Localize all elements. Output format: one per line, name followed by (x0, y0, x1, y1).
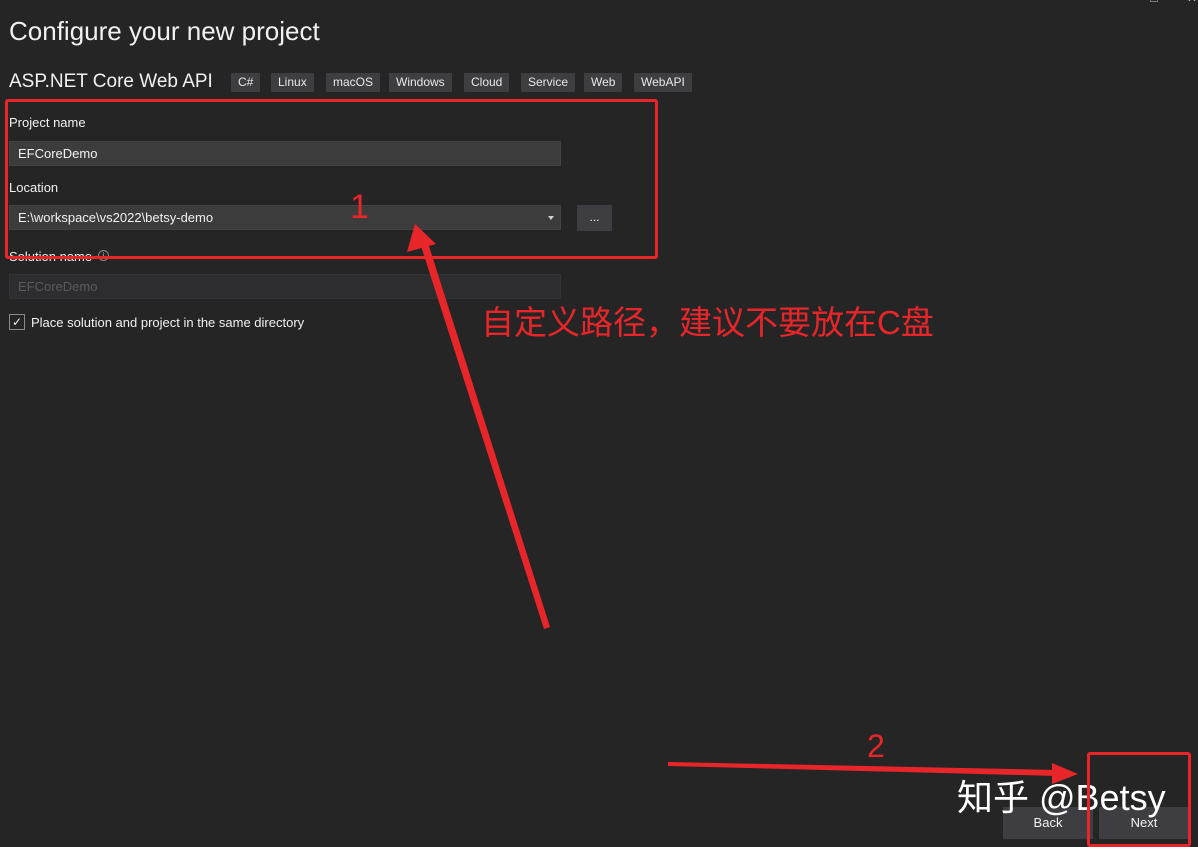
tag-cloud: Cloud (464, 73, 510, 92)
solution-name-input: EFCoreDemo (9, 274, 561, 299)
tag-linux: Linux (271, 73, 314, 92)
tag-web: Web (584, 73, 623, 92)
checkmark-icon: ✓ (11, 315, 23, 329)
same-directory-checkbox[interactable]: ✓ (9, 314, 25, 330)
minimize-button[interactable]: – (1108, 0, 1120, 4)
annotation-box-location (5, 99, 658, 259)
annotation-step2-number: 2 (867, 728, 885, 764)
maximize-button[interactable]: □ (1148, 0, 1160, 4)
tag-windows: Windows (389, 73, 452, 92)
page-title: Configure your new project (9, 16, 320, 46)
tag-csharp: C# (231, 73, 261, 92)
close-button[interactable]: ✕ (1186, 0, 1198, 4)
tag-service: Service (521, 73, 576, 92)
tag-macos: macOS (326, 73, 381, 92)
annotation-box-next (1087, 752, 1191, 847)
annotation-step1-note: 自定义路径，建议不要放在C盘 (481, 304, 934, 341)
template-name: ASP.NET Core Web API (9, 71, 213, 92)
tag-webapi: WebAPI (634, 73, 692, 92)
annotation-step1-number: 1 (350, 188, 369, 226)
same-directory-label: Place solution and project in the same d… (31, 315, 305, 330)
